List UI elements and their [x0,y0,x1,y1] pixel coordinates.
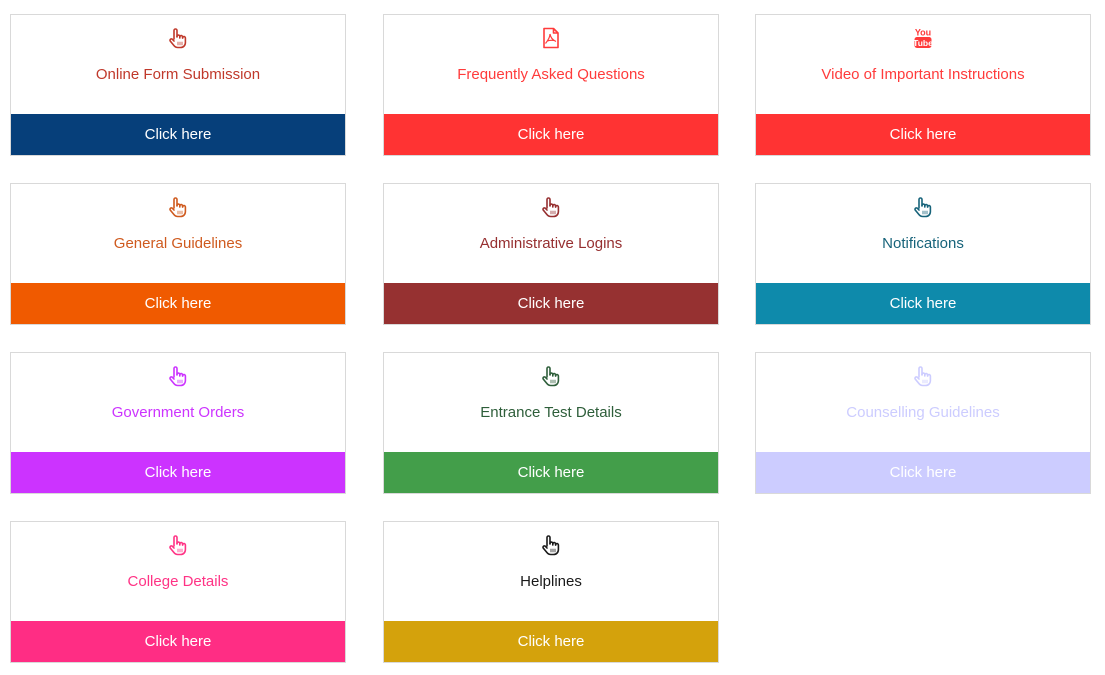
card-title: College Details [127,573,229,590]
link-card-counselling-guidelines: Counselling Guidelines Click here [755,352,1091,494]
click-here-button[interactable]: Click here [11,283,345,324]
click-here-button[interactable]: Click here [11,452,345,493]
card-title: Video of Important Instructions [821,66,1025,83]
hand-pointer-icon [166,364,190,388]
link-card-frequently-asked-questions: Frequently Asked Questions Click here [383,14,719,156]
card-title: Administrative Logins [479,235,623,252]
youtube-icon: You Tube [911,26,935,50]
link-card-helplines: Helplines Click here [383,521,719,663]
hand-pointer-icon [539,533,563,557]
click-here-button[interactable]: Click here [384,621,718,662]
link-card-video-of-important-instructions: You Tube Video of Important Instructions… [755,14,1091,156]
card-title: General Guidelines [113,235,243,252]
click-here-button[interactable]: Click here [11,621,345,662]
card-title: Counselling Guidelines [846,404,1000,421]
card-header: General Guidelines [11,184,345,284]
hand-pointer-icon [166,26,190,50]
card-title: Government Orders [111,404,245,421]
card-header: Frequently Asked Questions [384,15,718,115]
link-card-college-details: College Details Click here [10,521,346,663]
card-header: Online Form Submission [11,15,345,115]
card-header: Administrative Logins [384,184,718,284]
link-card-notifications: Notifications Click here [755,183,1091,325]
click-here-button[interactable]: Click here [384,452,718,493]
hand-pointer-icon [911,364,935,388]
click-here-button[interactable]: Click here [756,114,1090,155]
card-header: Entrance Test Details [384,353,718,453]
card-header: You Tube Video of Important Instructions [756,15,1090,115]
hand-pointer-icon [539,364,563,388]
card-title: Frequently Asked Questions [457,66,645,83]
card-header: Helplines [384,522,718,622]
svg-text:Tube: Tube [913,38,933,48]
click-here-button[interactable]: Click here [384,283,718,324]
link-card-general-guidelines: General Guidelines Click here [10,183,346,325]
hand-pointer-icon [166,195,190,219]
card-title: Entrance Test Details [480,404,622,421]
card-title: Online Form Submission [95,66,261,83]
click-here-button[interactable]: Click here [756,452,1090,493]
link-card-administrative-logins: Administrative Logins Click here [383,183,719,325]
card-header: Counselling Guidelines [756,353,1090,453]
click-here-button[interactable]: Click here [756,283,1090,324]
click-here-button[interactable]: Click here [11,114,345,155]
card-header: Notifications [756,184,1090,284]
pdf-file-icon [539,26,563,50]
link-card-online-form-submission: Online Form Submission Click here [10,14,346,156]
card-header: Government Orders [11,353,345,453]
card-title: Helplines [520,573,582,590]
hand-pointer-icon [539,195,563,219]
link-card-entrance-test-details: Entrance Test Details Click here [383,352,719,494]
click-here-button[interactable]: Click here [384,114,718,155]
svg-text:You: You [915,28,931,38]
card-header: College Details [11,522,345,622]
card-title: Notifications [882,235,964,252]
hand-pointer-icon [166,533,190,557]
link-card-government-orders: Government Orders Click here [10,352,346,494]
hand-pointer-icon [911,195,935,219]
